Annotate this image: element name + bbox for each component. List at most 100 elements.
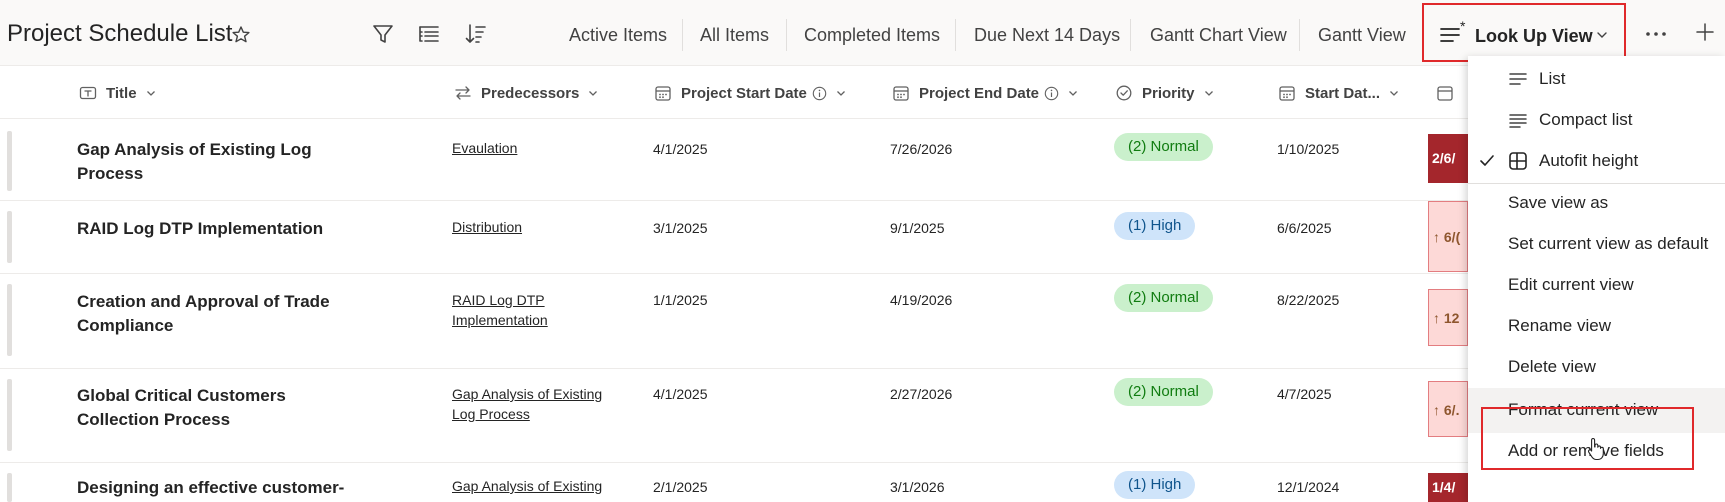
row-title[interactable]: Gap Analysis of Existing Log Process bbox=[77, 138, 357, 186]
menu-item-set-default-view[interactable]: Set current view as default bbox=[1468, 223, 1725, 265]
row-predecessor-link[interactable]: Distribution bbox=[452, 217, 627, 237]
due-date-badge: 2/6/ bbox=[1428, 134, 1468, 183]
menu-item-autofit-height[interactable]: Autofit height bbox=[1468, 140, 1725, 182]
table-row[interactable]: Global Critical Customers Collection Pro… bbox=[0, 369, 1725, 463]
chevron-down-icon bbox=[146, 90, 155, 96]
menu-item-label: Save view as bbox=[1508, 193, 1609, 212]
row-selector[interactable] bbox=[7, 284, 12, 356]
table-row[interactable]: RAID Log DTP Implementation Distribution… bbox=[0, 201, 1725, 274]
column-header-project-end-date[interactable]: Project End Date bbox=[892, 83, 1078, 103]
priority-badge: (2) Normal bbox=[1114, 378, 1213, 406]
info-icon[interactable] bbox=[812, 86, 827, 101]
table-row[interactable]: Gap Analysis of Existing Log Process Eva… bbox=[0, 120, 1725, 201]
chevron-down-icon bbox=[836, 90, 845, 96]
tab-divider bbox=[682, 19, 683, 51]
row-title[interactable]: Designing an effective customer- bbox=[77, 476, 357, 500]
column-predecessors-label: Predecessors bbox=[481, 84, 580, 102]
list-title: Project Schedule List bbox=[7, 20, 233, 47]
calendar-icon bbox=[1437, 86, 1453, 101]
row-project-start: 4/1/2025 bbox=[653, 386, 708, 402]
row-start-date: 12/1/2024 bbox=[1277, 479, 1340, 495]
table-row[interactable]: Designing an effective customer- Gap Ana… bbox=[0, 463, 1725, 502]
svg-text:*: * bbox=[1460, 21, 1466, 34]
menu-item-edit-view[interactable]: Edit current view bbox=[1468, 264, 1725, 306]
row-start-date: 4/7/2025 bbox=[1277, 386, 1332, 402]
menu-item-delete-view[interactable]: Delete view bbox=[1468, 346, 1725, 388]
table-icon bbox=[1509, 152, 1527, 170]
menu-item-compact-list[interactable]: Compact list bbox=[1468, 99, 1725, 141]
column-title-label: Title bbox=[106, 84, 137, 102]
chevron-down-icon bbox=[1204, 90, 1213, 96]
row-start-date: 6/6/2025 bbox=[1277, 220, 1332, 236]
text-field-icon bbox=[79, 86, 97, 100]
row-predecessor-link[interactable]: Gap Analysis of Existing bbox=[452, 476, 627, 496]
lookup-icon bbox=[455, 86, 471, 100]
compact-list-icon bbox=[1509, 114, 1527, 128]
tab-gantt-view[interactable]: Gantt View bbox=[1318, 25, 1406, 46]
column-header-title[interactable]: Title bbox=[79, 83, 156, 103]
column-project-end-label: Project End Date bbox=[919, 84, 1040, 102]
menu-item-save-view-as[interactable]: Save view as bbox=[1468, 182, 1725, 224]
priority-badge: (2) Normal bbox=[1114, 133, 1213, 161]
ellipsis-icon[interactable] bbox=[1644, 29, 1668, 39]
sort-icon[interactable] bbox=[464, 22, 488, 46]
tab-divider bbox=[786, 19, 787, 51]
hand-cursor-icon bbox=[1587, 437, 1604, 461]
row-predecessor-link[interactable]: Evaulation bbox=[452, 138, 627, 158]
star-icon[interactable] bbox=[231, 25, 251, 45]
tab-active-items[interactable]: Active Items bbox=[569, 25, 667, 46]
tab-all-items[interactable]: All Items bbox=[700, 25, 769, 46]
table-row[interactable]: Creation and Approval of Trade Complianc… bbox=[0, 274, 1725, 369]
calendar-icon bbox=[1279, 86, 1295, 101]
menu-item-label: Delete view bbox=[1508, 357, 1596, 376]
column-header-start-date[interactable]: Start Dat... bbox=[1278, 83, 1399, 103]
menu-item-label: Edit current view bbox=[1508, 275, 1634, 294]
column-header-predecessors[interactable]: Predecessors bbox=[454, 83, 598, 103]
tab-gantt-chart-view[interactable]: Gantt Chart View bbox=[1150, 25, 1287, 46]
column-header-project-start-date[interactable]: Project Start Date bbox=[654, 83, 846, 103]
row-selector[interactable] bbox=[7, 211, 12, 263]
menu-item-rename-view[interactable]: Rename view bbox=[1468, 305, 1725, 347]
info-icon[interactable] bbox=[1044, 86, 1059, 101]
due-date-badge: ↑ 6/( bbox=[1428, 201, 1468, 272]
row-predecessor-link[interactable]: RAID Log DTP Implementation bbox=[452, 290, 627, 330]
tab-divider bbox=[1299, 19, 1300, 51]
tab-due-next-14-days[interactable]: Due Next 14 Days bbox=[974, 25, 1120, 46]
row-project-end: 2/27/2026 bbox=[890, 386, 953, 402]
lines-icon: * bbox=[1440, 21, 1466, 42]
checkmark-icon bbox=[1480, 155, 1494, 166]
row-selector[interactable] bbox=[7, 131, 12, 191]
menu-item-label: Autofit height bbox=[1539, 151, 1639, 170]
row-predecessor-link[interactable]: Gap Analysis of Existing Log Process bbox=[452, 384, 627, 424]
row-start-date: 8/22/2025 bbox=[1277, 292, 1340, 308]
chevron-down-icon bbox=[1597, 32, 1607, 38]
row-project-end: 3/1/2026 bbox=[890, 479, 945, 495]
filter-icon[interactable] bbox=[371, 22, 395, 46]
column-start-date-label: Start Dat... bbox=[1305, 84, 1381, 102]
row-selector[interactable] bbox=[7, 473, 12, 502]
chevron-down-icon bbox=[1390, 90, 1398, 96]
chevron-down-icon bbox=[1069, 90, 1077, 96]
tab-divider bbox=[955, 19, 956, 51]
column-project-start-label: Project Start Date bbox=[681, 84, 807, 102]
tab-completed-items[interactable]: Completed Items bbox=[804, 25, 940, 46]
row-selector[interactable] bbox=[7, 379, 12, 451]
row-project-end: 4/19/2026 bbox=[890, 292, 953, 308]
column-header-priority[interactable]: Priority bbox=[1115, 83, 1214, 103]
menu-item-list[interactable]: List bbox=[1468, 58, 1725, 100]
list-icon bbox=[1509, 73, 1527, 85]
row-title[interactable]: RAID Log DTP Implementation bbox=[77, 217, 357, 241]
menu-item-label: Compact list bbox=[1539, 110, 1633, 129]
row-title[interactable]: Creation and Approval of Trade Complianc… bbox=[77, 290, 357, 338]
priority-badge: (2) Normal bbox=[1114, 284, 1213, 312]
priority-badge: (1) High bbox=[1114, 212, 1196, 240]
group-by-icon[interactable] bbox=[417, 22, 441, 46]
menu-item-label: Set current view as default bbox=[1508, 234, 1709, 253]
row-project-start: 1/1/2025 bbox=[653, 292, 708, 308]
priority-badge: (1) High bbox=[1114, 471, 1196, 499]
plus-icon[interactable] bbox=[1696, 23, 1714, 41]
calendar-icon bbox=[655, 86, 671, 101]
row-title[interactable]: Global Critical Customers Collection Pro… bbox=[77, 384, 357, 432]
active-view-switcher[interactable]: * Look Up View bbox=[1422, 3, 1626, 62]
tab-divider bbox=[1130, 19, 1131, 51]
